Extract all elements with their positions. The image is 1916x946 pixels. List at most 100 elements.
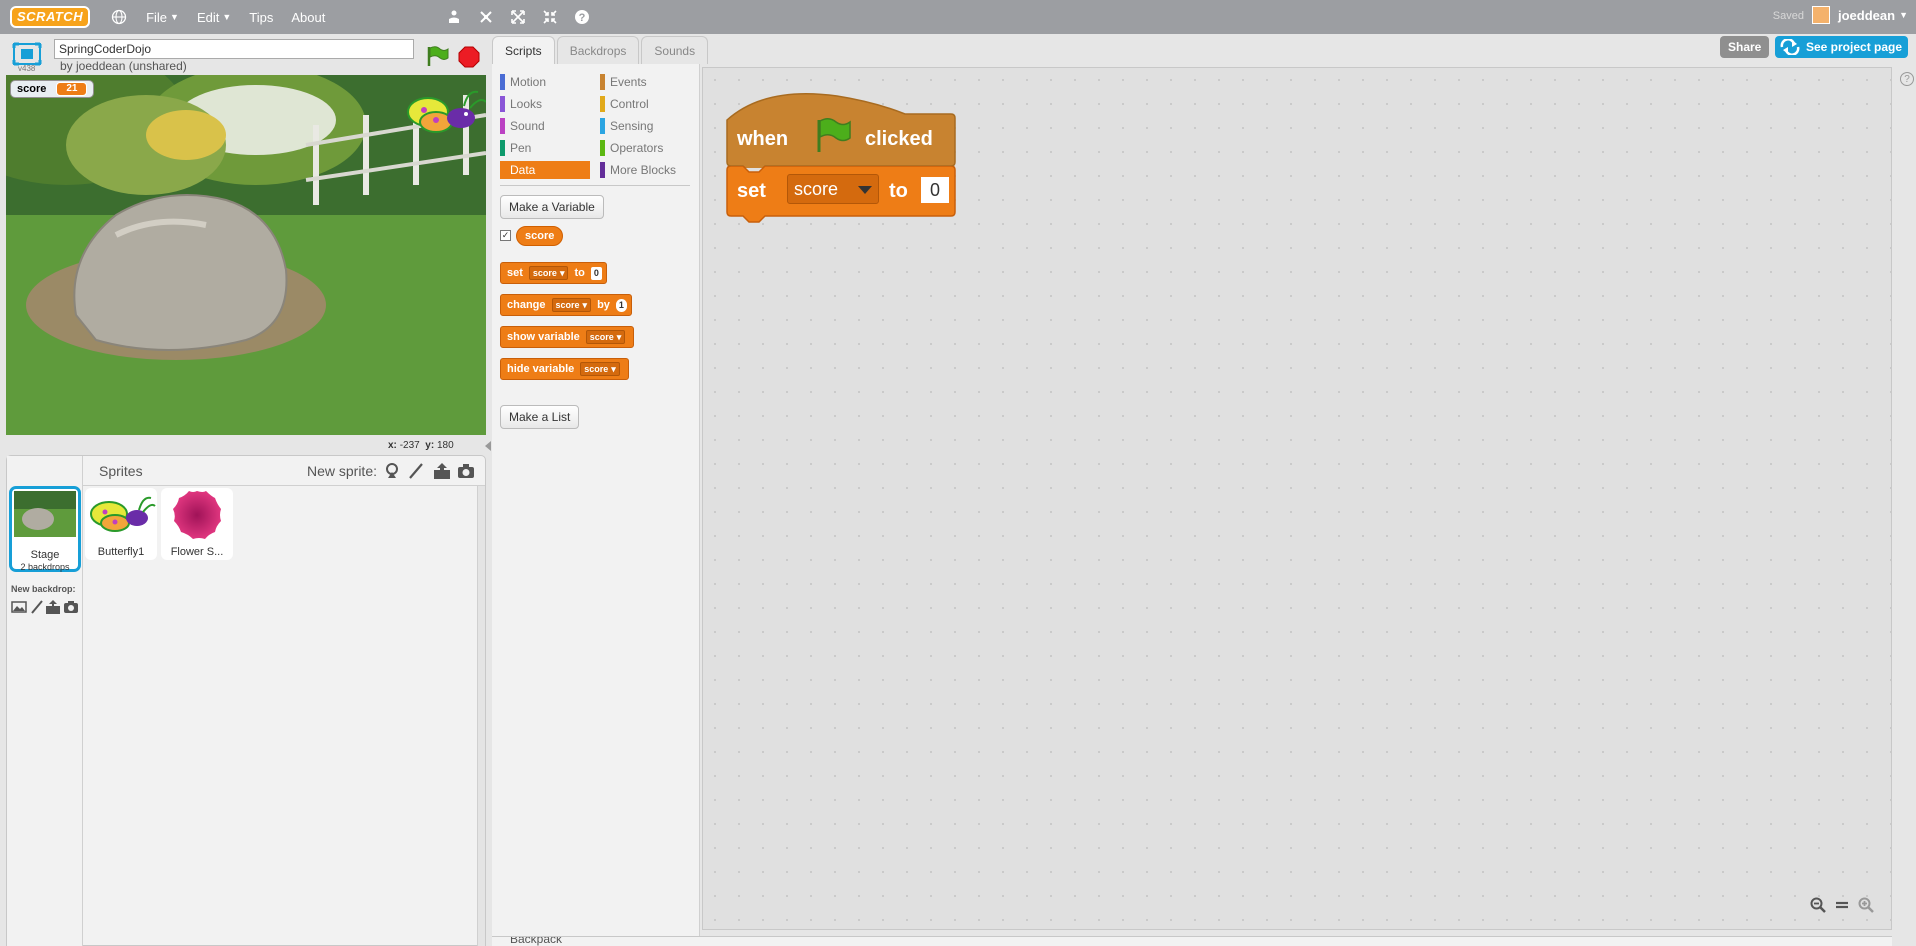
share-button[interactable]: Share [1720, 36, 1770, 58]
make-variable-button[interactable]: Make a Variable [500, 195, 604, 219]
x-label: x: [388, 440, 397, 451]
variable-dropdown[interactable]: score [580, 362, 620, 376]
zoom-out-icon[interactable] [1807, 895, 1829, 915]
when-flag-clicked-block[interactable]: when clicked [725, 90, 957, 168]
category-label: Control [610, 97, 649, 111]
y-label: y: [425, 440, 435, 451]
fullscreen-button[interactable] [12, 42, 42, 66]
change-variable-block[interactable]: change score by 1 [500, 294, 632, 316]
backdrop-library-icon[interactable] [11, 599, 27, 615]
help-icon[interactable]: ? [1900, 72, 1914, 86]
shrink-icon[interactable] [541, 8, 559, 26]
backpack-pane[interactable]: Backpack [492, 936, 1892, 946]
make-list-button[interactable]: Make a List [500, 405, 580, 429]
show-variable-block[interactable]: show variable score [500, 326, 635, 348]
stop-button[interactable] [458, 46, 480, 68]
category-control[interactable]: Control [600, 95, 690, 113]
user-menu[interactable]: joeddean ▼ [1812, 6, 1908, 24]
category-operators[interactable]: Operators [600, 139, 690, 157]
category-data[interactable]: Data [500, 161, 590, 179]
stage-backdrop-count: 2 backdrops [20, 562, 70, 572]
block-text: set [507, 267, 523, 279]
category-events[interactable]: Events [600, 73, 690, 91]
category-color-bar [600, 162, 605, 178]
category-more-blocks[interactable]: More Blocks [600, 161, 700, 179]
tab-sounds[interactable]: Sounds [641, 36, 709, 64]
delete-icon[interactable] [477, 8, 495, 26]
variable-dropdown[interactable]: score [551, 298, 592, 312]
flower-sprite-icon [173, 491, 221, 539]
version-label: v438 [18, 64, 36, 73]
zoom-reset-icon[interactable] [1831, 895, 1853, 915]
block-text: change [507, 299, 546, 311]
upload-icon[interactable] [45, 599, 61, 615]
category-color-bar [600, 118, 605, 134]
sprites-header: Sprites New sprite: [83, 456, 485, 486]
backpack-label: Backpack [510, 936, 563, 946]
grow-icon[interactable] [509, 8, 527, 26]
sprite-thumbnail[interactable]: Butterfly1 [85, 488, 157, 560]
script-area[interactable]: when clicked set score to 0 [702, 67, 1892, 930]
zoom-in-icon[interactable] [1855, 895, 1877, 915]
paint-brush-icon[interactable] [29, 599, 45, 615]
set-variable-block[interactable]: set score to 0 [725, 166, 957, 226]
stage-size-toggle[interactable] [484, 440, 492, 452]
tab-backdrops[interactable]: Backdrops [556, 36, 640, 64]
paint-brush-icon[interactable] [407, 462, 425, 480]
about-menu[interactable]: About [291, 10, 325, 25]
project-byline: by joeddean (unshared) [60, 59, 187, 73]
see-project-page-button[interactable]: See project page [1775, 36, 1909, 58]
set-variable-block[interactable]: set score to 0 [500, 262, 607, 284]
tab-scripts[interactable]: Scripts [492, 36, 555, 64]
edit-menu[interactable]: Edit ▼ [197, 10, 231, 25]
monitor-value: 21 [56, 82, 88, 96]
duplicate-icon[interactable] [445, 8, 463, 26]
variable-dropdown[interactable]: score [787, 174, 879, 204]
stage-thumbnail[interactable]: Stage 2 backdrops [9, 486, 81, 572]
monitor-label: score [17, 83, 47, 95]
chevron-down-icon: ▼ [1899, 10, 1908, 20]
file-menu[interactable]: File ▼ [146, 10, 179, 25]
sprite-library-icon[interactable] [383, 462, 401, 480]
variable-checkbox[interactable]: ✓ [500, 230, 511, 241]
butterfly-sprite[interactable] [406, 80, 486, 140]
dropdown-value: score [794, 178, 839, 199]
see-project-page-label: See project page [1806, 40, 1903, 54]
category-sound[interactable]: Sound [500, 117, 590, 135]
sprite-list-scrollbar[interactable] [477, 486, 485, 946]
project-title-input[interactable] [54, 39, 414, 59]
block-palette: Motion Events Looks Control Sound Sensin… [492, 64, 700, 946]
help-icon[interactable]: ? [573, 8, 591, 26]
category-motion[interactable]: Motion [500, 73, 590, 91]
variable-reporter-block[interactable]: score [516, 226, 564, 246]
upload-icon[interactable] [433, 462, 451, 480]
file-menu-label: File [146, 9, 168, 25]
category-looks[interactable]: Looks [500, 95, 590, 113]
green-flag-button[interactable] [424, 44, 450, 68]
camera-icon[interactable] [63, 599, 79, 615]
stage-canvas[interactable]: score 21 [6, 75, 486, 435]
value-input[interactable]: 0 [921, 177, 949, 203]
category-pen[interactable]: Pen [500, 139, 590, 157]
variable-dropdown[interactable]: score [585, 330, 626, 344]
stage-label: Stage [30, 549, 60, 561]
category-label: More Blocks [610, 163, 677, 177]
block-text: hide variable [507, 363, 575, 375]
camera-icon[interactable] [457, 462, 475, 480]
chevron-down-icon: ▼ [170, 12, 179, 22]
scratch-logo[interactable]: SCRATCH [10, 6, 91, 28]
y-value: 180 [436, 440, 454, 451]
tips-menu[interactable]: Tips [249, 10, 273, 25]
globe-icon[interactable] [110, 8, 128, 26]
zoom-controls [1805, 895, 1877, 915]
category-sensing[interactable]: Sensing [600, 117, 690, 135]
value-input[interactable]: 1 [615, 298, 627, 312]
value-input[interactable]: 0 [590, 266, 602, 280]
category-color-bar [600, 96, 605, 112]
category-color-bar [500, 162, 505, 178]
sprite-thumbnail[interactable]: Flower S... [161, 488, 233, 560]
variable-monitor[interactable]: score 21 [10, 80, 95, 98]
hide-variable-block[interactable]: hide variable score [500, 358, 629, 380]
category-label: Pen [510, 141, 532, 155]
variable-dropdown[interactable]: score [528, 266, 569, 280]
